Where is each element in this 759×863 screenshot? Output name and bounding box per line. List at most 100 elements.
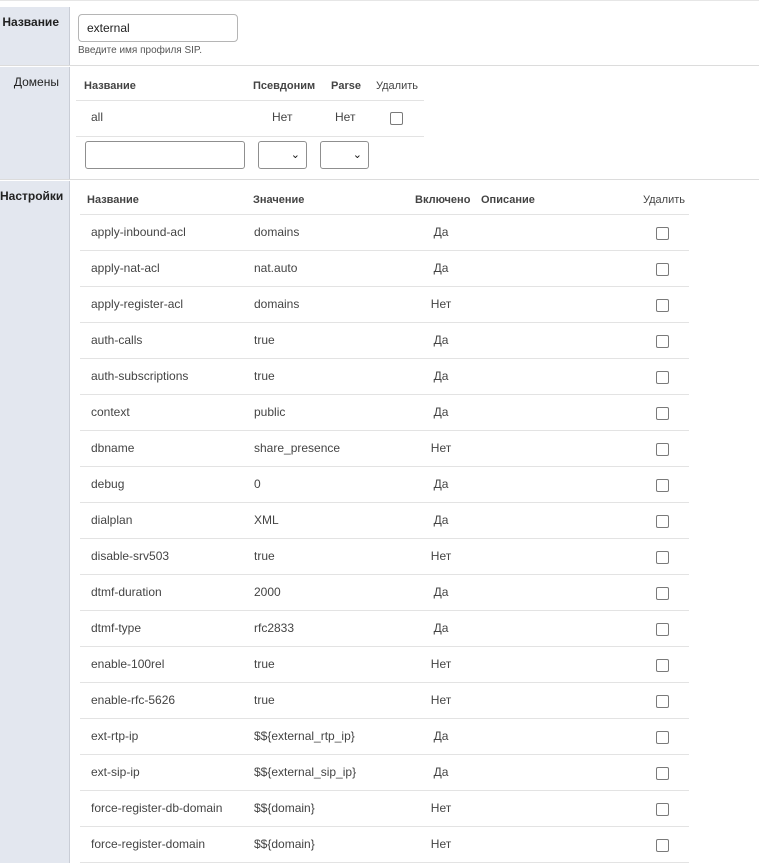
setting-value: 0 bbox=[254, 477, 261, 491]
setting-delete-checkbox[interactable] bbox=[656, 515, 669, 528]
setting-name: auth-subscriptions bbox=[91, 369, 189, 383]
settings-row: ext-rtp-ip $${external_rtp_ip} Да bbox=[80, 719, 689, 755]
chevron-down-icon: ⌄ bbox=[352, 149, 362, 161]
settings-row: apply-register-acl domains Нет bbox=[80, 287, 689, 323]
setting-delete-checkbox[interactable] bbox=[656, 803, 669, 816]
new-domain-name-input[interactable] bbox=[85, 141, 245, 169]
settings-row: dtmf-type rfc2833 Да bbox=[80, 611, 689, 647]
setting-value: rfc2833 bbox=[254, 621, 295, 635]
setting-enabled: Нет bbox=[430, 837, 452, 851]
domains-header-delete: Удалить bbox=[376, 80, 418, 92]
setting-delete-checkbox[interactable] bbox=[656, 371, 669, 384]
profile-name-input[interactable] bbox=[78, 14, 238, 42]
setting-value: true bbox=[254, 693, 275, 707]
profile-name-hint: Введите имя профиля SIP. bbox=[78, 45, 203, 56]
setting-value: domains bbox=[254, 225, 300, 239]
setting-delete-checkbox[interactable] bbox=[656, 695, 669, 708]
settings-row: dialplan XML Да bbox=[80, 503, 689, 539]
settings-row: dbname share_presence Нет bbox=[80, 431, 689, 467]
setting-value: $${external_rtp_ip} bbox=[254, 729, 355, 743]
setting-value: true bbox=[254, 657, 275, 671]
domains-header-divider bbox=[76, 100, 424, 101]
settings-row: enable-rfc-5626 true Нет bbox=[80, 683, 689, 719]
setting-delete-checkbox[interactable] bbox=[656, 551, 669, 564]
chevron-down-icon: ⌄ bbox=[290, 149, 300, 161]
new-domain-parse-select[interactable]: ⌄ bbox=[320, 141, 369, 169]
setting-value: $${domain} bbox=[254, 837, 315, 851]
domains-header-name: Название bbox=[84, 80, 136, 92]
settings-row: auth-subscriptions true Да bbox=[80, 359, 689, 395]
settings-row: context public Да bbox=[80, 395, 689, 431]
setting-name: apply-nat-acl bbox=[91, 261, 160, 275]
setting-value: true bbox=[254, 333, 275, 347]
settings-row: force-register-db-domain $${domain} Нет bbox=[80, 791, 689, 827]
setting-enabled: Нет bbox=[430, 297, 452, 311]
setting-name: force-register-domain bbox=[91, 837, 206, 851]
settings-row: enable-100rel true Нет bbox=[80, 647, 689, 683]
domains-section-label: Домены bbox=[0, 67, 70, 179]
setting-delete-checkbox[interactable] bbox=[656, 263, 669, 276]
settings-row: force-register-domain $${domain} Нет bbox=[80, 827, 689, 863]
setting-name: apply-register-acl bbox=[91, 297, 184, 311]
settings-row: ext-sip-ip $${external_sip_ip} Да bbox=[80, 755, 689, 791]
setting-delete-checkbox[interactable] bbox=[656, 659, 669, 672]
setting-enabled: Да bbox=[433, 261, 449, 275]
setting-name: enable-rfc-5626 bbox=[91, 693, 176, 707]
setting-value: domains bbox=[254, 297, 300, 311]
new-domain-alias-select[interactable]: ⌄ bbox=[258, 141, 307, 169]
settings-row: debug 0 Да bbox=[80, 467, 689, 503]
setting-delete-checkbox[interactable] bbox=[656, 587, 669, 600]
setting-delete-checkbox[interactable] bbox=[656, 731, 669, 744]
setting-name: apply-inbound-acl bbox=[91, 225, 186, 239]
setting-enabled: Да bbox=[433, 585, 449, 599]
setting-name: enable-100rel bbox=[91, 657, 165, 671]
setting-name: dtmf-duration bbox=[91, 585, 162, 599]
setting-delete-checkbox[interactable] bbox=[656, 407, 669, 420]
settings-row: apply-inbound-acl domains Да bbox=[80, 215, 689, 251]
settings-row: apply-nat-acl nat.auto Да bbox=[80, 251, 689, 287]
setting-delete-checkbox[interactable] bbox=[656, 299, 669, 312]
setting-value: true bbox=[254, 549, 275, 563]
setting-enabled: Нет bbox=[430, 657, 452, 671]
setting-name: dbname bbox=[91, 441, 135, 455]
setting-name: dtmf-type bbox=[91, 621, 142, 635]
setting-delete-checkbox[interactable] bbox=[656, 227, 669, 240]
setting-name: ext-rtp-ip bbox=[91, 729, 139, 743]
setting-delete-checkbox[interactable] bbox=[656, 479, 669, 492]
setting-name: dialplan bbox=[91, 513, 133, 527]
setting-name: context bbox=[91, 405, 130, 419]
setting-enabled: Да bbox=[433, 513, 449, 527]
setting-value: nat.auto bbox=[254, 261, 298, 275]
setting-name: ext-sip-ip bbox=[91, 765, 140, 779]
setting-name: force-register-db-domain bbox=[91, 801, 223, 815]
settings-header-description: Описание bbox=[481, 194, 535, 206]
domain-name: all bbox=[91, 110, 104, 124]
domain-parse: Нет bbox=[335, 110, 356, 124]
settings-row: disable-srv503 true Нет bbox=[80, 539, 689, 575]
settings-header-name: Название bbox=[87, 194, 139, 206]
setting-name: auth-calls bbox=[91, 333, 143, 347]
setting-enabled: Да bbox=[433, 477, 449, 491]
setting-enabled: Да bbox=[433, 621, 449, 635]
setting-delete-checkbox[interactable] bbox=[656, 335, 669, 348]
setting-value: true bbox=[254, 369, 275, 383]
setting-delete-checkbox[interactable] bbox=[656, 767, 669, 780]
setting-enabled: Нет bbox=[430, 693, 452, 707]
setting-enabled: Да bbox=[433, 369, 449, 383]
setting-delete-checkbox[interactable] bbox=[656, 623, 669, 636]
domain-delete-checkbox[interactable] bbox=[390, 112, 403, 125]
setting-delete-checkbox[interactable] bbox=[656, 443, 669, 456]
setting-value: $${external_sip_ip} bbox=[254, 765, 357, 779]
domains-header-parse: Parse bbox=[331, 80, 361, 92]
setting-value: 2000 bbox=[254, 585, 281, 599]
setting-enabled: Нет bbox=[430, 441, 452, 455]
settings-header-enabled: Включено bbox=[415, 194, 471, 206]
domains-row-divider bbox=[76, 136, 424, 137]
section-divider bbox=[0, 179, 759, 180]
settings-section-label: Настройки bbox=[0, 181, 70, 863]
setting-enabled: Нет bbox=[430, 801, 452, 815]
setting-delete-checkbox[interactable] bbox=[656, 839, 669, 852]
setting-enabled: Да bbox=[433, 225, 449, 239]
setting-value: share_presence bbox=[254, 441, 341, 455]
settings-header-delete: Удалить bbox=[643, 194, 685, 206]
